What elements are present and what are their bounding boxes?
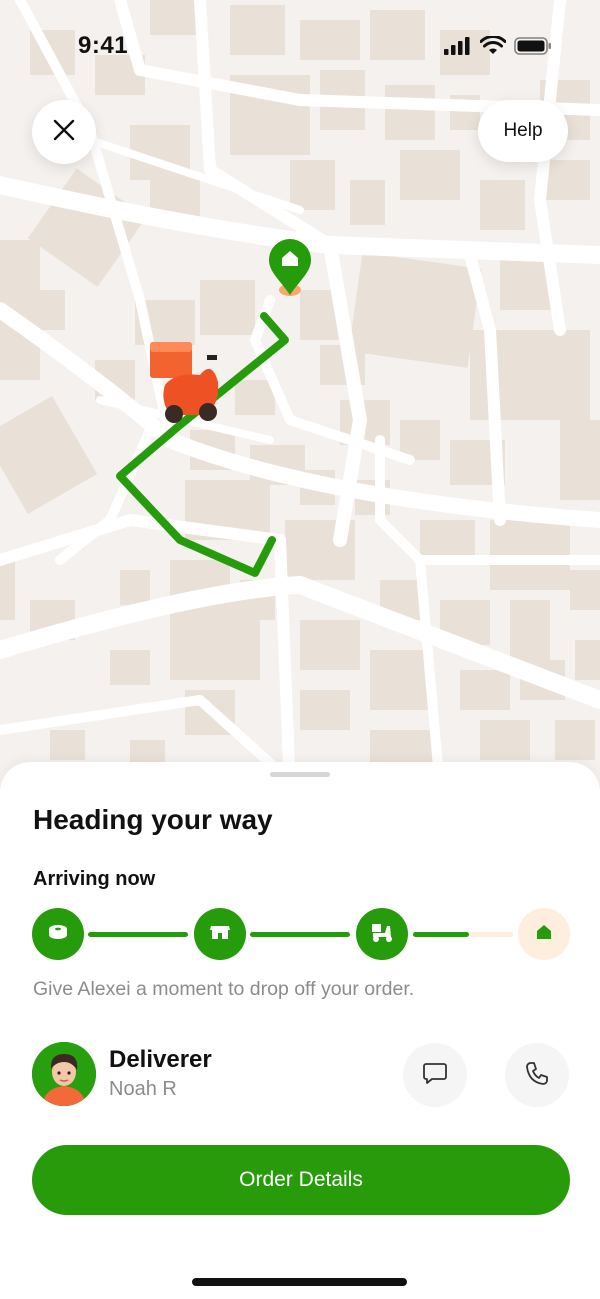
- order-details-button[interactable]: Order Details: [32, 1145, 570, 1215]
- deliverer-avatar-icon: [32, 1042, 96, 1106]
- status-message: Give Alexei a moment to drop off your or…: [33, 978, 415, 1000]
- signal-icon: [444, 36, 472, 60]
- step-scooter: [356, 908, 408, 960]
- progress-segment: [88, 932, 188, 937]
- close-icon: [52, 118, 76, 147]
- progress-segment: [413, 932, 469, 937]
- home-icon: [533, 921, 555, 948]
- status-time: 9:41: [78, 32, 129, 59]
- order-icon: [46, 920, 70, 949]
- chat-icon: [421, 1059, 449, 1092]
- close-button[interactable]: [32, 100, 96, 164]
- step-store: [194, 908, 246, 960]
- deliverer-role: Deliverer: [109, 1046, 212, 1073]
- home-indicator[interactable]: [192, 1278, 407, 1286]
- step-home: [518, 908, 570, 960]
- sheet-handle[interactable]: [270, 772, 330, 777]
- progress-segment: [250, 932, 350, 937]
- battery-icon: [514, 36, 552, 60]
- call-button[interactable]: [505, 1043, 569, 1107]
- step-order: [32, 908, 84, 960]
- help-button[interactable]: Help: [478, 100, 568, 162]
- bottom-sheet: Heading your way Arriving now Give Alexe…: [0, 762, 600, 1299]
- phone-icon: [523, 1059, 551, 1092]
- chat-button[interactable]: [403, 1043, 467, 1107]
- status-bar: 9:41: [0, 0, 600, 92]
- scooter-icon: [369, 920, 395, 949]
- deliverer-name: Noah R: [109, 1078, 177, 1100]
- progress-segment-pending: [469, 932, 513, 937]
- eta-label: Arriving now: [33, 868, 156, 890]
- store-icon: [208, 920, 232, 949]
- avatar: [32, 1042, 96, 1106]
- delivery-progress: [32, 908, 570, 962]
- wifi-icon: [479, 35, 507, 60]
- sheet-title: Heading your way: [33, 804, 273, 835]
- status-icons: [444, 35, 552, 60]
